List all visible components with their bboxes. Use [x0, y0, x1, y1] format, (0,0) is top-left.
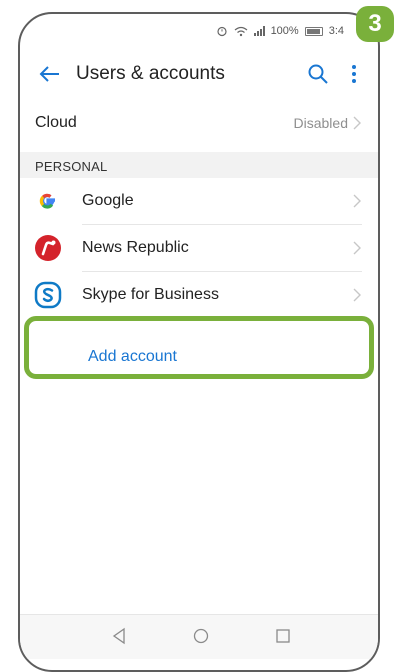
wifi-icon: [234, 26, 247, 36]
search-icon[interactable]: [306, 62, 330, 86]
alarm-icon: [216, 26, 227, 37]
account-label: Skype for Business: [82, 286, 219, 303]
section-title: PERSONAL: [35, 159, 108, 174]
account-row-news-republic[interactable]: News Republic: [20, 225, 378, 271]
cloud-status: Disabled: [293, 115, 348, 131]
signal-icon: [253, 26, 265, 36]
account-row-skype-for-business[interactable]: Skype for Business: [20, 272, 378, 318]
battery-icon: [304, 26, 323, 36]
toolbar: Users & accounts: [20, 48, 378, 100]
navigation-bar: [20, 614, 378, 659]
content: Cloud Disabled PERSONAL Google News Repu…: [20, 100, 378, 670]
section-header: PERSONAL: [20, 152, 378, 178]
nav-back-icon[interactable]: [110, 627, 128, 645]
more-options-icon[interactable]: [348, 62, 360, 86]
chevron-right-icon: [353, 288, 361, 302]
nav-home-icon[interactable]: [192, 627, 210, 645]
news-republic-icon: [35, 235, 61, 261]
account-label: Google: [82, 192, 134, 209]
account-label: News Republic: [82, 239, 189, 256]
nav-recent-apps-icon[interactable]: [274, 627, 292, 645]
page-title: Users & accounts: [76, 63, 225, 84]
account-row-google[interactable]: Google: [20, 178, 378, 224]
status-bar: 100% 3:4: [20, 14, 378, 48]
battery-percent: 100%: [270, 25, 299, 37]
step-badge: 3: [356, 6, 394, 42]
chevron-right-icon: [353, 116, 361, 130]
back-arrow-icon[interactable]: [36, 60, 64, 88]
add-account-highlight: [24, 316, 374, 379]
skype-icon: [34, 281, 62, 309]
chevron-right-icon: [353, 241, 361, 255]
chevron-right-icon: [353, 194, 361, 208]
status-time: 3:4: [328, 25, 344, 37]
cloud-label: Cloud: [35, 114, 77, 131]
cloud-row[interactable]: Cloud Disabled: [20, 100, 378, 146]
google-icon: [35, 188, 61, 214]
